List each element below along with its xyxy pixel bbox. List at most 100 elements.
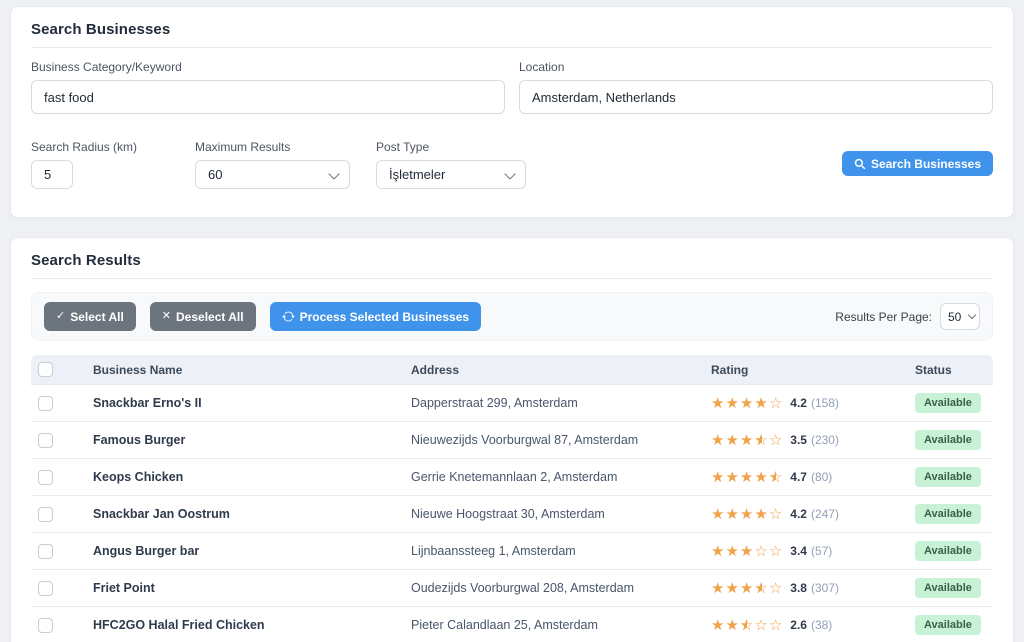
search-panel-title: Search Businesses: [31, 21, 993, 38]
review-count: (38): [811, 618, 832, 632]
max-results-label: Maximum Results: [195, 140, 363, 154]
row-checkbox[interactable]: [38, 433, 53, 448]
star-rating-icons: ★★★★☆★: [711, 470, 783, 485]
review-count: (230): [811, 433, 839, 447]
post-type-field-group: Post Type İşletmeler: [376, 140, 526, 189]
star-empty-icon: ☆: [754, 544, 768, 559]
post-type-select[interactable]: İşletmeler: [376, 160, 526, 189]
search-icon: [854, 158, 866, 170]
results-per-page-label: Results Per Page:: [835, 310, 932, 324]
row-checkbox[interactable]: [38, 507, 53, 522]
business-name: Friet Point: [81, 570, 399, 607]
star-rating-icons: ★★☆★☆☆: [711, 618, 783, 633]
row-checkbox[interactable]: [38, 544, 53, 559]
status-badge: Available: [915, 578, 981, 598]
max-results-select-wrap: 60: [195, 160, 350, 189]
results-panel-title: Search Results: [31, 252, 993, 269]
star-rating-icons: ★★★☆★☆: [711, 581, 783, 596]
row-checkbox[interactable]: [38, 470, 53, 485]
results-table: Business Name Address Rating Status Snac…: [31, 355, 993, 642]
location-input[interactable]: [519, 80, 993, 114]
star-rating-icons: ★★★★☆: [711, 507, 783, 522]
star-empty-icon: ☆: [769, 396, 783, 411]
star-full-icon: ★: [725, 544, 739, 559]
business-name: Snackbar Jan Oostrum: [81, 496, 399, 533]
business-name: Famous Burger: [81, 422, 399, 459]
star-full-icon: ★: [740, 433, 754, 448]
results-per-page-select[interactable]: 50: [940, 303, 980, 330]
star-full-icon: ★: [711, 618, 725, 633]
post-type-label: Post Type: [376, 140, 526, 154]
select-all-checkbox[interactable]: [38, 362, 53, 377]
process-selected-button[interactable]: Process Selected Businesses: [270, 302, 481, 331]
table-row: Angus Burger bar Lijnbaanssteeg 1, Amste…: [31, 533, 993, 570]
star-full-icon: ★: [725, 433, 739, 448]
star-full-icon: ★: [740, 507, 754, 522]
business-address: Oudezijds Voorburgwal 208, Amsterdam: [399, 570, 699, 607]
rating-value: 4.7: [790, 470, 807, 484]
business-address: Nieuwe Hoogstraat 30, Amsterdam: [399, 496, 699, 533]
rating: ★★★★☆ 4.2 (247): [711, 507, 891, 522]
table-row: Snackbar Erno's II Dapperstraat 299, Ams…: [31, 385, 993, 422]
location-label: Location: [519, 60, 993, 74]
rating-value: 2.6: [790, 618, 807, 632]
deselect-all-button[interactable]: ✕ Deselect All: [150, 302, 256, 331]
rating-value: 3.4: [790, 544, 807, 558]
review-count: (307): [811, 581, 839, 595]
star-half-icon: ☆★: [740, 618, 754, 633]
category-input[interactable]: [31, 80, 505, 114]
table-row: Friet Point Oudezijds Voorburgwal 208, A…: [31, 570, 993, 607]
business-address: Nieuwezijds Voorburgwal 87, Amsterdam: [399, 422, 699, 459]
category-field-group: Business Category/Keyword: [31, 60, 505, 114]
table-row: Snackbar Jan Oostrum Nieuwe Hoogstraat 3…: [31, 496, 993, 533]
star-full-icon: ★: [711, 581, 725, 596]
star-full-icon: ★: [740, 470, 754, 485]
column-header-business-name: Business Name: [81, 355, 399, 385]
star-rating-icons: ★★★☆☆: [711, 544, 783, 559]
star-half-icon: ☆★: [754, 433, 768, 448]
review-count: (57): [811, 544, 832, 558]
results-toolbar: ✓ Select All ✕ Deselect All Process Sele…: [31, 292, 993, 341]
business-name: HFC2GO Halal Fried Chicken: [81, 607, 399, 642]
radius-input[interactable]: [31, 160, 73, 189]
rating-value: 4.2: [790, 507, 807, 521]
review-count: (158): [811, 396, 839, 410]
star-rating-icons: ★★★☆★☆: [711, 433, 783, 448]
star-full-icon: ★: [740, 396, 754, 411]
max-results-field-group: Maximum Results 60: [195, 140, 363, 189]
table-row: Famous Burger Nieuwezijds Voorburgwal 87…: [31, 422, 993, 459]
category-label: Business Category/Keyword: [31, 60, 505, 74]
select-all-button[interactable]: ✓ Select All: [44, 302, 136, 331]
rating-value: 3.5: [790, 433, 807, 447]
radius-label: Search Radius (km): [31, 140, 195, 154]
row-checkbox[interactable]: [38, 618, 53, 633]
star-full-icon: ★: [740, 544, 754, 559]
rating-value: 3.8: [790, 581, 807, 595]
star-full-icon: ★: [725, 507, 739, 522]
row-checkbox[interactable]: [38, 581, 53, 596]
star-full-icon: ★: [725, 396, 739, 411]
column-header-rating: Rating: [699, 355, 903, 385]
max-results-select[interactable]: 60: [195, 160, 350, 189]
status-badge: Available: [915, 467, 981, 487]
star-empty-icon: ☆: [769, 544, 783, 559]
divider: [31, 47, 993, 48]
search-businesses-button[interactable]: Search Businesses: [842, 151, 993, 176]
rating: ★★★☆☆ 3.4 (57): [711, 544, 891, 559]
status-badge: Available: [915, 615, 981, 635]
sync-arrows-icon: [282, 310, 295, 323]
status-badge: Available: [915, 541, 981, 561]
review-count: (80): [811, 470, 832, 484]
review-count: (247): [811, 507, 839, 521]
star-full-icon: ★: [725, 581, 739, 596]
row-checkbox[interactable]: [38, 396, 53, 411]
table-row: Keops Chicken Gerrie Knetemannlaan 2, Am…: [31, 459, 993, 496]
select-all-label: Select All: [70, 310, 124, 324]
search-businesses-panel: Search Businesses Business Category/Keyw…: [10, 6, 1014, 218]
business-name: Keops Chicken: [81, 459, 399, 496]
star-rating-icons: ★★★★☆: [711, 396, 783, 411]
business-address: Pieter Calandlaan 25, Amsterdam: [399, 607, 699, 642]
star-empty-icon: ☆: [769, 507, 783, 522]
star-full-icon: ★: [725, 470, 739, 485]
search-results-panel: Search Results ✓ Select All ✕ Deselect A…: [10, 237, 1014, 642]
